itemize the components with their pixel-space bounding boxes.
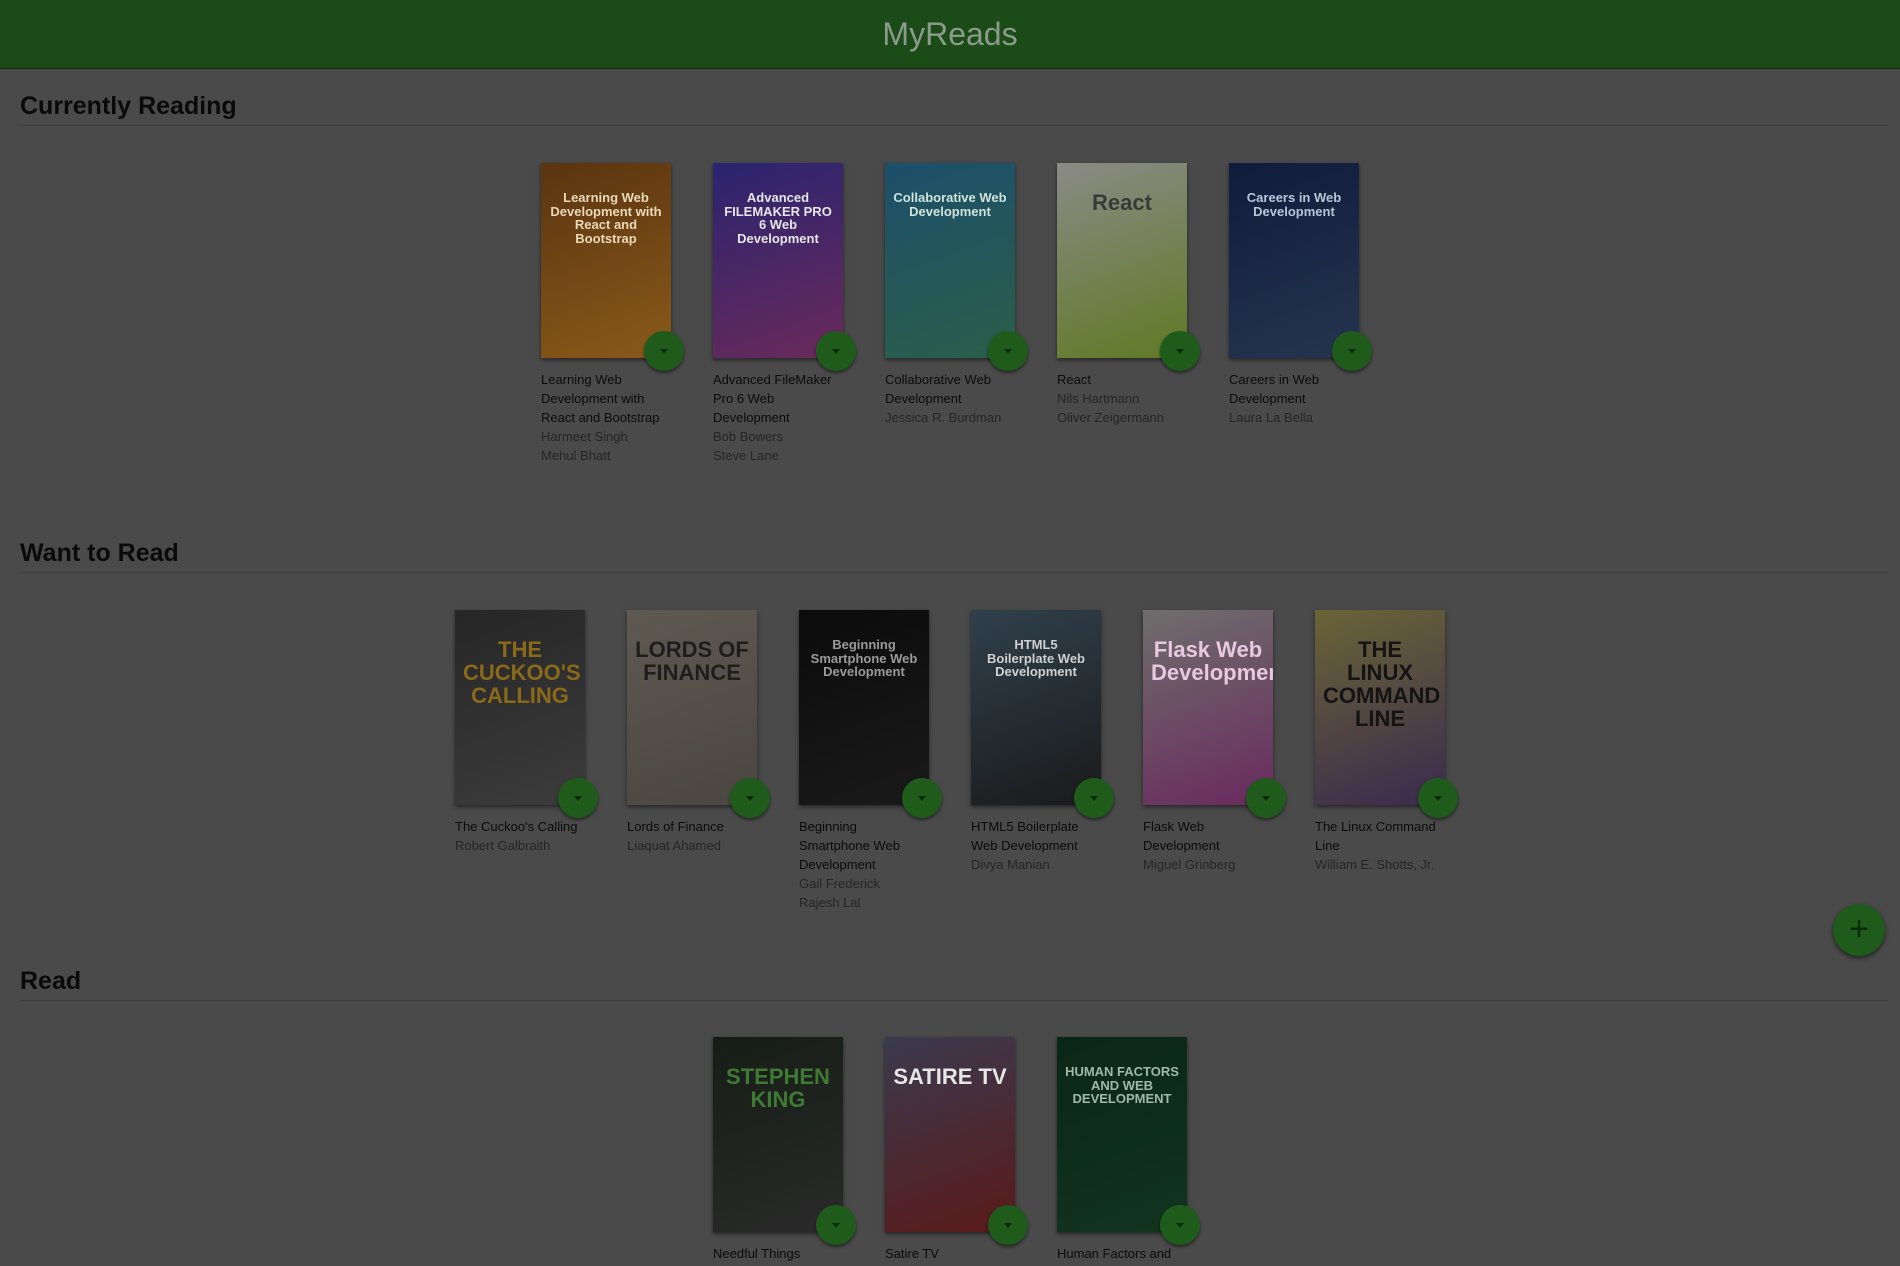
book-cover[interactable]: Careers in Web Development [1229,163,1359,358]
book-cover[interactable]: SATIRE TV [885,1037,1015,1232]
book-author: Oliver Zeigermann [1057,410,1164,425]
shelf-changer-button[interactable] [988,331,1028,371]
book-author: Gail Frederick [799,876,880,891]
shelf-changer-button[interactable] [1074,778,1114,818]
book-card: Collaborative Web Development Collaborati… [885,163,1028,465]
book-card: SATIRE TV Satire TV [885,1037,1028,1263]
shelf-divider [20,1000,1888,1001]
book-author: Liaquat Ahamed [627,838,721,853]
book-author: Jessica R. Burdman [885,410,1002,425]
book-author: William E. Shotts, Jr. [1315,857,1435,872]
cover-text: Beginning Smartphone Web Development [810,637,918,680]
cover-text: HUMAN FACTORS AND WEB DEVELOPMENT [1065,1064,1179,1107]
book-cover[interactable]: STEPHEN KING [713,1037,843,1232]
book-card: HTML5 Boilerplate Web Development HTML5 B… [971,610,1114,912]
book-author: Laura La Bella [1229,410,1313,425]
book-title: The Linux Command Line [1315,819,1436,853]
book-cover[interactable]: HTML5 Boilerplate Web Development [971,610,1101,805]
cover-text: Learning Web Development with React and … [550,190,662,246]
shelf-changer-button[interactable] [816,1205,856,1245]
book-cover[interactable]: Beginning Smartphone Web Development [799,610,929,805]
book-cover[interactable]: Learning Web Development with React and … [541,163,671,358]
book-title: Beginning Smartphone Web Development [799,819,900,872]
book-title: Collaborative Web Development [885,372,991,406]
book-author: Rajesh Lal [799,895,861,910]
shelf-divider [20,125,1888,126]
add-book-button[interactable]: + [1833,904,1885,956]
shelf-changer-button[interactable] [1332,331,1372,371]
shelf-changer-button[interactable] [902,778,942,818]
book-author: Miguel Grinberg [1143,857,1236,872]
shelf-changer-button[interactable] [1160,1205,1200,1245]
book-card: Careers in Web Development Careers in Web… [1229,163,1372,465]
book-title: HTML5 Boilerplate Web Development [971,819,1079,853]
book-title: Careers in Web Development [1229,372,1320,406]
book-card: Beginning Smartphone Web Development Begi… [799,610,942,912]
shelf-changer-button[interactable] [1246,778,1286,818]
cover-text: SATIRE TV [893,1064,1007,1089]
shelf-changer-button[interactable] [988,1205,1028,1245]
book-title: Learning Web Development with React and … [541,372,660,425]
book-card: HUMAN FACTORS AND WEB DEVELOPMENT Human F… [1057,1037,1200,1263]
cover-text: Collaborative Web Development [893,190,1007,219]
cover-text: THE CUCKOO'S CALLING [463,637,581,709]
book-author: Divya Manian [971,857,1050,872]
book-cover[interactable]: THE LINUX COMMAND LINE [1315,610,1445,805]
cover-text: STEPHEN KING [726,1064,830,1113]
shelf-title: Currently Reading [20,92,237,120]
shelf-changer-button[interactable] [816,331,856,371]
book-cover[interactable]: HUMAN FACTORS AND WEB DEVELOPMENT [1057,1037,1187,1232]
cover-text: React [1092,190,1152,215]
book-grid: STEPHEN KING Needful Things SATIRE TV Satir… [0,1037,1900,1263]
book-title: Flask Web Development [1143,819,1220,853]
cover-text: Advanced FILEMAKER PRO 6 Web Development [724,190,832,246]
cover-text: HTML5 Boilerplate Web Development [986,637,1085,680]
book-card: LORDS OF FINANCE Lords of Finance Liaquat … [627,610,770,912]
book-card: STEPHEN KING Needful Things [713,1037,856,1263]
cover-text: Flask Web Development [1151,637,1273,686]
book-author: Mehul Bhatt [541,448,611,463]
book-cover[interactable]: Collaborative Web Development [885,163,1015,358]
book-cover[interactable]: LORDS OF FINANCE [627,610,757,805]
book-cover[interactable]: THE CUCKOO'S CALLING [455,610,585,805]
book-grid: Learning Web Development with React and … [0,163,1900,465]
book-card: Flask Web Development Flask Web Developme… [1143,610,1286,912]
book-title: Needful Things [713,1246,801,1261]
book-title: React [1057,372,1091,387]
book-author: Nils Hartmann [1057,391,1140,406]
book-cover[interactable]: React [1057,163,1187,358]
book-author: Bob Bowers [713,429,784,444]
shelf-changer-button[interactable] [730,778,770,818]
shelf-divider [20,572,1888,573]
shelf-title: Want to Read [20,539,179,567]
book-grid: THE CUCKOO'S CALLING The Cuckoo's Calling… [0,610,1900,912]
shelf-changer-button[interactable] [558,778,598,818]
book-cover[interactable]: Flask Web Development [1143,610,1273,805]
shelf-title: Read [20,967,82,995]
book-title: Advanced FileMaker Pro 6 Web Development [713,372,832,425]
book-title: Lords of Finance [627,819,724,834]
cover-text: LORDS OF FINANCE [635,637,749,686]
plus-icon: + [1849,910,1869,948]
cover-text: Careers in Web Development [1246,190,1342,219]
book-card: THE LINUX COMMAND LINE The Linux Command … [1315,610,1458,912]
shelf-changer-button[interactable] [644,331,684,371]
book-title: Satire TV [885,1246,939,1261]
app-header: MyReads [0,0,1900,68]
app-title: MyReads [882,16,1018,52]
shelf-changer-button[interactable] [1160,331,1200,371]
book-title: The Cuckoo's Calling [455,819,578,834]
book-author: Robert Galbraith [455,838,551,853]
book-author: Harmeet Singh [541,429,628,444]
book-cover[interactable]: Advanced FILEMAKER PRO 6 Web Development [713,163,843,358]
book-card: Advanced FILEMAKER PRO 6 Web Development… [713,163,856,465]
book-card: Learning Web Development with React and … [541,163,684,465]
book-author: Steve Lane [713,448,779,463]
book-title: Human Factors and [1057,1246,1172,1261]
cover-text: THE LINUX COMMAND LINE [1323,637,1441,732]
book-card: THE CUCKOO'S CALLING The Cuckoo's Calling… [455,610,598,912]
book-card: React React Nils Hartmann Oliver Zeigermann [1057,163,1200,465]
shelf-changer-button[interactable] [1418,778,1458,818]
